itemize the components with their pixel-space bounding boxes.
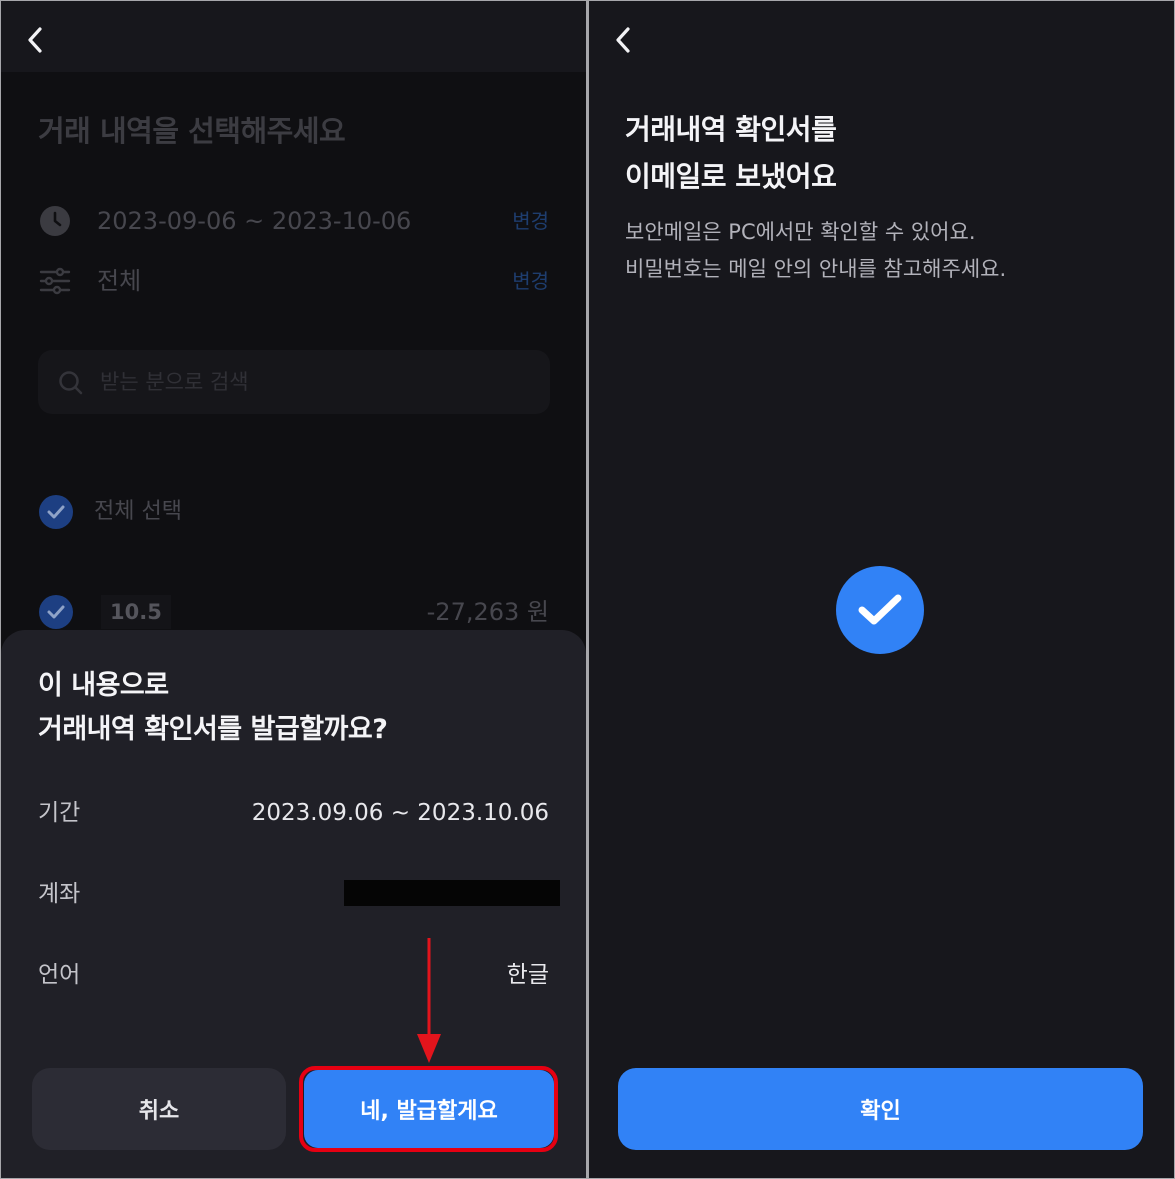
search-box <box>38 350 550 414</box>
top-bar <box>1 1 586 72</box>
account-label: 계좌 <box>38 881 81 907</box>
period-value: 2023-09-06 ~ 2023-10-06 <box>97 207 412 235</box>
result-title-line-2: 이메일로 보냈어요 <box>625 160 837 193</box>
page-title: 거래 내역을 선택해주세요 <box>38 114 346 148</box>
check-circle-icon <box>39 495 73 529</box>
sheet-title-line-1: 이 내용으로 <box>38 670 169 701</box>
account-redaction <box>344 880 560 906</box>
sliders-icon <box>39 267 71 295</box>
result-description-line-1: 보안메일은 PC에서만 확인할 수 있어요. <box>625 220 976 244</box>
arrow-down-icon <box>417 938 441 1063</box>
email-sent-screen: 거래내역 확인서를 이메일로 보냈어요 보안메일은 PC에서만 확인할 수 있어… <box>589 1 1174 1178</box>
period-change-link: 변경 <box>512 209 549 233</box>
clock-icon <box>40 206 70 236</box>
back-button[interactable] <box>607 19 643 59</box>
sheet-title-line-2: 거래내역 확인서를 발급할까요? <box>38 714 388 745</box>
transaction-date: 10.5 <box>101 595 171 629</box>
language-label: 언어 <box>38 962 81 988</box>
back-button[interactable] <box>19 19 55 59</box>
screenshot-frame: 거래 내역을 선택해주세요 2023-09-06 ~ 2023-10-06 변경… <box>0 0 1175 1179</box>
filter-change-link: 변경 <box>512 269 549 293</box>
language-value: 한글 <box>506 962 549 988</box>
chevron-left-icon <box>616 27 630 53</box>
transaction-amount: -27,263 원 <box>426 598 549 626</box>
search-icon <box>59 371 83 395</box>
check-circle-icon <box>836 566 924 654</box>
issue-confirm-button[interactable]: 네, 발급할게요 <box>304 1070 554 1148</box>
result-title-line-1: 거래내역 확인서를 <box>625 113 837 146</box>
result-description-line-2: 비밀번호는 메일 안의 안내를 참고해주세요. <box>625 257 1007 281</box>
chevron-left-icon <box>28 27 42 53</box>
select-all-label: 전체 선택 <box>94 499 182 524</box>
search-input <box>100 350 530 414</box>
bottom-sheet: 이 내용으로 거래내역 확인서를 발급할까요? 기간 2023.09.06 ~ … <box>1 630 586 1178</box>
period-label: 기간 <box>38 800 81 826</box>
filter-value: 전체 <box>97 267 142 295</box>
period-detail-value: 2023.09.06 ~ 2023.10.06 <box>251 800 549 826</box>
cancel-button[interactable]: 취소 <box>32 1068 286 1150</box>
confirm-button[interactable]: 확인 <box>618 1068 1143 1150</box>
check-circle-icon <box>39 595 73 629</box>
issue-confirmation-screen: 거래 내역을 선택해주세요 2023-09-06 ~ 2023-10-06 변경… <box>1 1 586 1178</box>
